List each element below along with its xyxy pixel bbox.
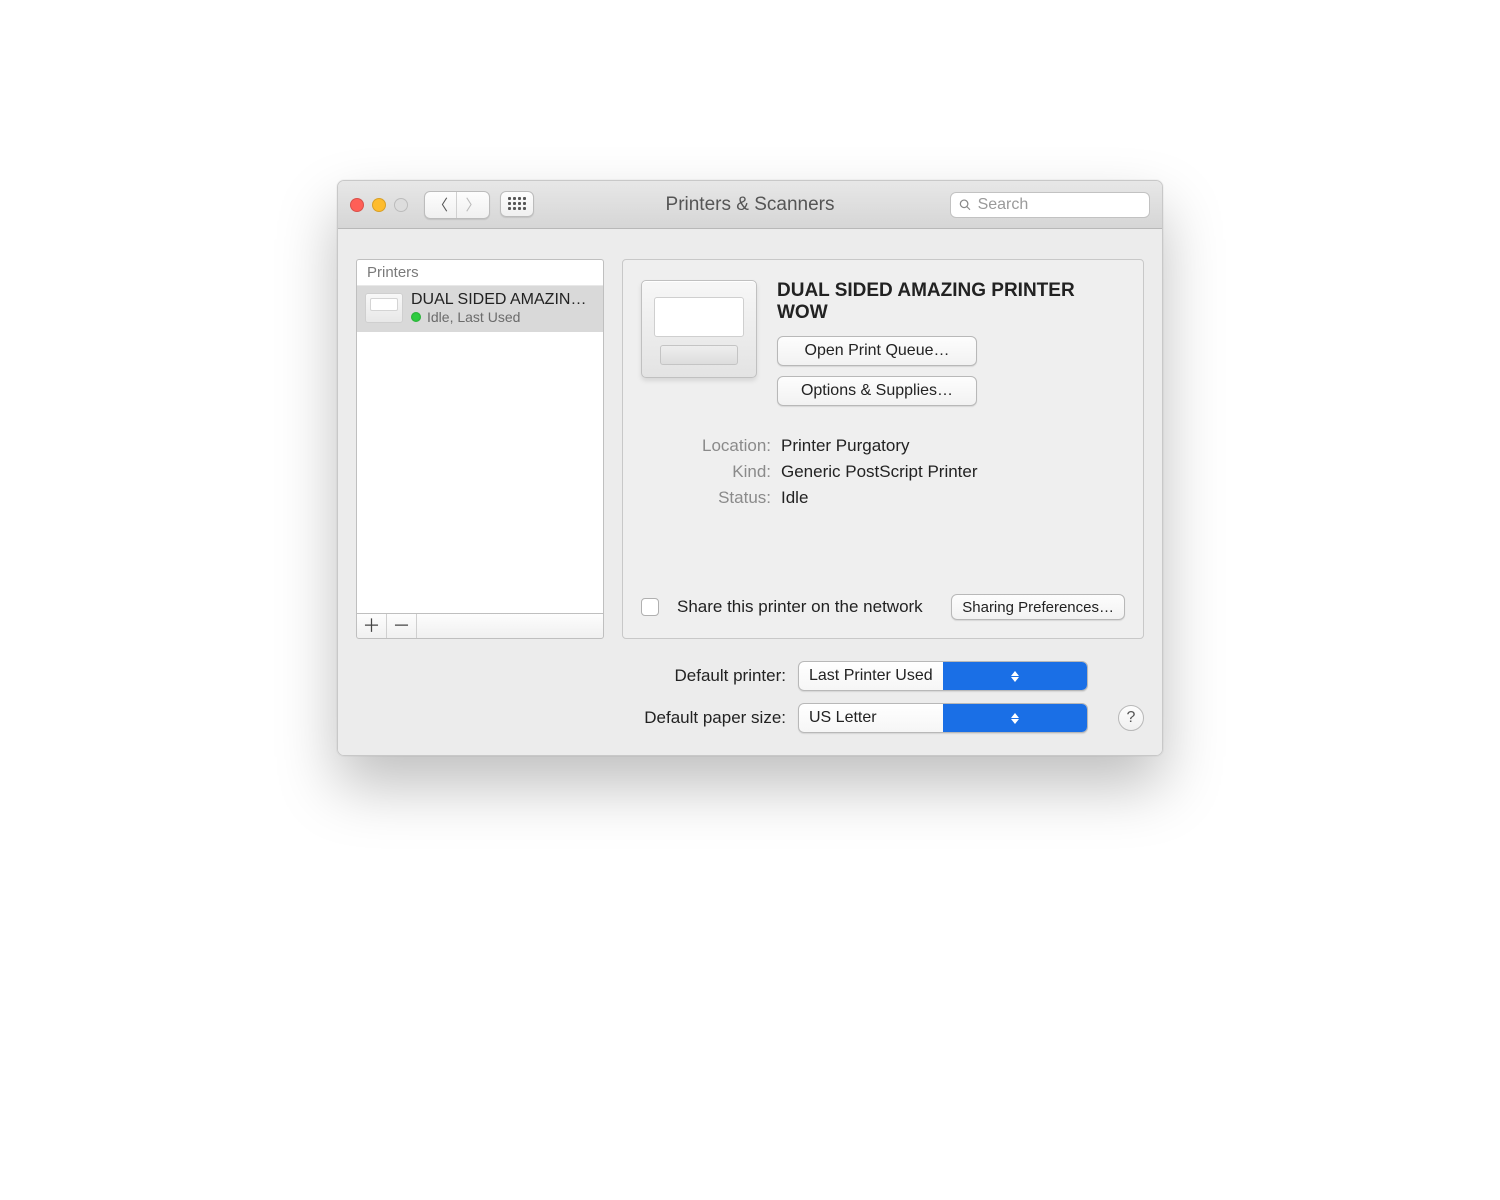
default-paper-select[interactable]: US Letter <box>798 703 1088 733</box>
search-field-container[interactable] <box>950 192 1150 218</box>
share-printer-label: Share this printer on the network <box>677 597 923 617</box>
printer-list-actions: ＋ － <box>356 613 604 639</box>
kind-label: Kind: <box>641 462 781 482</box>
select-stepper-icon <box>943 662 1087 690</box>
status-value: Idle <box>781 488 1125 508</box>
options-supplies-button[interactable]: Options & Supplies… <box>777 376 977 406</box>
chevron-left-icon: 〈 <box>433 194 448 215</box>
toolbar-nav: 〈 〉 <box>424 191 534 219</box>
preferences-window: 〈 〉 Printers & Scanners Printers <box>337 180 1163 756</box>
status-dot-icon <box>411 312 421 322</box>
sharing-preferences-button[interactable]: Sharing Preferences… <box>951 594 1125 620</box>
default-paper-row: Default paper size: US Letter ? <box>356 703 1144 733</box>
printer-item-name: DUAL SIDED AMAZIN… <box>411 291 595 309</box>
printer-list: Printers DUAL SIDED AMAZIN… Idle, Last U… <box>356 259 604 613</box>
printer-item-meta: DUAL SIDED AMAZIN… Idle, Last Used <box>411 291 595 325</box>
share-printer-checkbox[interactable] <box>641 598 659 616</box>
grid-icon <box>508 197 526 210</box>
spacer <box>417 614 603 638</box>
default-printer-label: Default printer: <box>356 666 786 686</box>
default-printer-row: Default printer: Last Printer Used <box>356 661 1144 691</box>
printer-item-status: Idle, Last Used <box>411 309 595 325</box>
printer-list-item[interactable]: DUAL SIDED AMAZIN… Idle, Last Used <box>357 286 603 332</box>
search-icon <box>959 198 972 212</box>
back-forward-segment: 〈 〉 <box>424 191 490 219</box>
forward-button[interactable]: 〉 <box>457 192 489 218</box>
printer-icon <box>365 293 403 323</box>
remove-printer-button[interactable]: － <box>387 614 417 638</box>
default-paper-value: US Letter <box>799 709 943 727</box>
printer-sidebar: Printers DUAL SIDED AMAZIN… Idle, Last U… <box>356 259 604 639</box>
open-print-queue-button[interactable]: Open Print Queue… <box>777 336 977 366</box>
select-stepper-icon <box>943 704 1087 732</box>
titlebar: 〈 〉 Printers & Scanners <box>338 181 1162 229</box>
printer-title: DUAL SIDED AMAZING PRINTER WOW <box>777 280 1125 324</box>
default-paper-label: Default paper size: <box>356 708 786 728</box>
show-all-button[interactable] <box>500 191 534 217</box>
close-window-button[interactable] <box>350 198 364 212</box>
search-input[interactable] <box>978 196 1141 214</box>
printer-large-icon <box>641 280 757 378</box>
printer-detail-panel: DUAL SIDED AMAZING PRINTER WOW Open Prin… <box>622 259 1144 639</box>
printer-item-status-text: Idle, Last Used <box>427 309 520 325</box>
window-traffic-lights <box>350 198 408 212</box>
back-button[interactable]: 〈 <box>425 192 457 218</box>
default-printer-value: Last Printer Used <box>799 667 943 685</box>
printer-properties: Location: Printer Purgatory Kind: Generi… <box>641 436 1125 508</box>
zoom-window-button[interactable] <box>394 198 408 212</box>
detail-top: DUAL SIDED AMAZING PRINTER WOW Open Prin… <box>641 280 1125 406</box>
detail-right: DUAL SIDED AMAZING PRINTER WOW Open Prin… <box>777 280 1125 406</box>
window-body: Printers DUAL SIDED AMAZIN… Idle, Last U… <box>338 229 1162 755</box>
minimize-window-button[interactable] <box>372 198 386 212</box>
kind-value: Generic PostScript Printer <box>781 462 1125 482</box>
default-printer-select[interactable]: Last Printer Used <box>798 661 1088 691</box>
defaults-section: Default printer: Last Printer Used Defau… <box>356 661 1144 733</box>
printer-list-header: Printers <box>357 260 603 286</box>
chevron-right-icon: 〉 <box>465 194 480 215</box>
help-button[interactable]: ? <box>1118 705 1144 731</box>
location-label: Location: <box>641 436 781 456</box>
panes: Printers DUAL SIDED AMAZIN… Idle, Last U… <box>356 259 1144 639</box>
add-printer-button[interactable]: ＋ <box>357 614 387 638</box>
location-value: Printer Purgatory <box>781 436 1125 456</box>
status-label: Status: <box>641 488 781 508</box>
share-row: Share this printer on the network Sharin… <box>641 554 1125 620</box>
detail-buttons: Open Print Queue… Options & Supplies… <box>777 336 977 406</box>
